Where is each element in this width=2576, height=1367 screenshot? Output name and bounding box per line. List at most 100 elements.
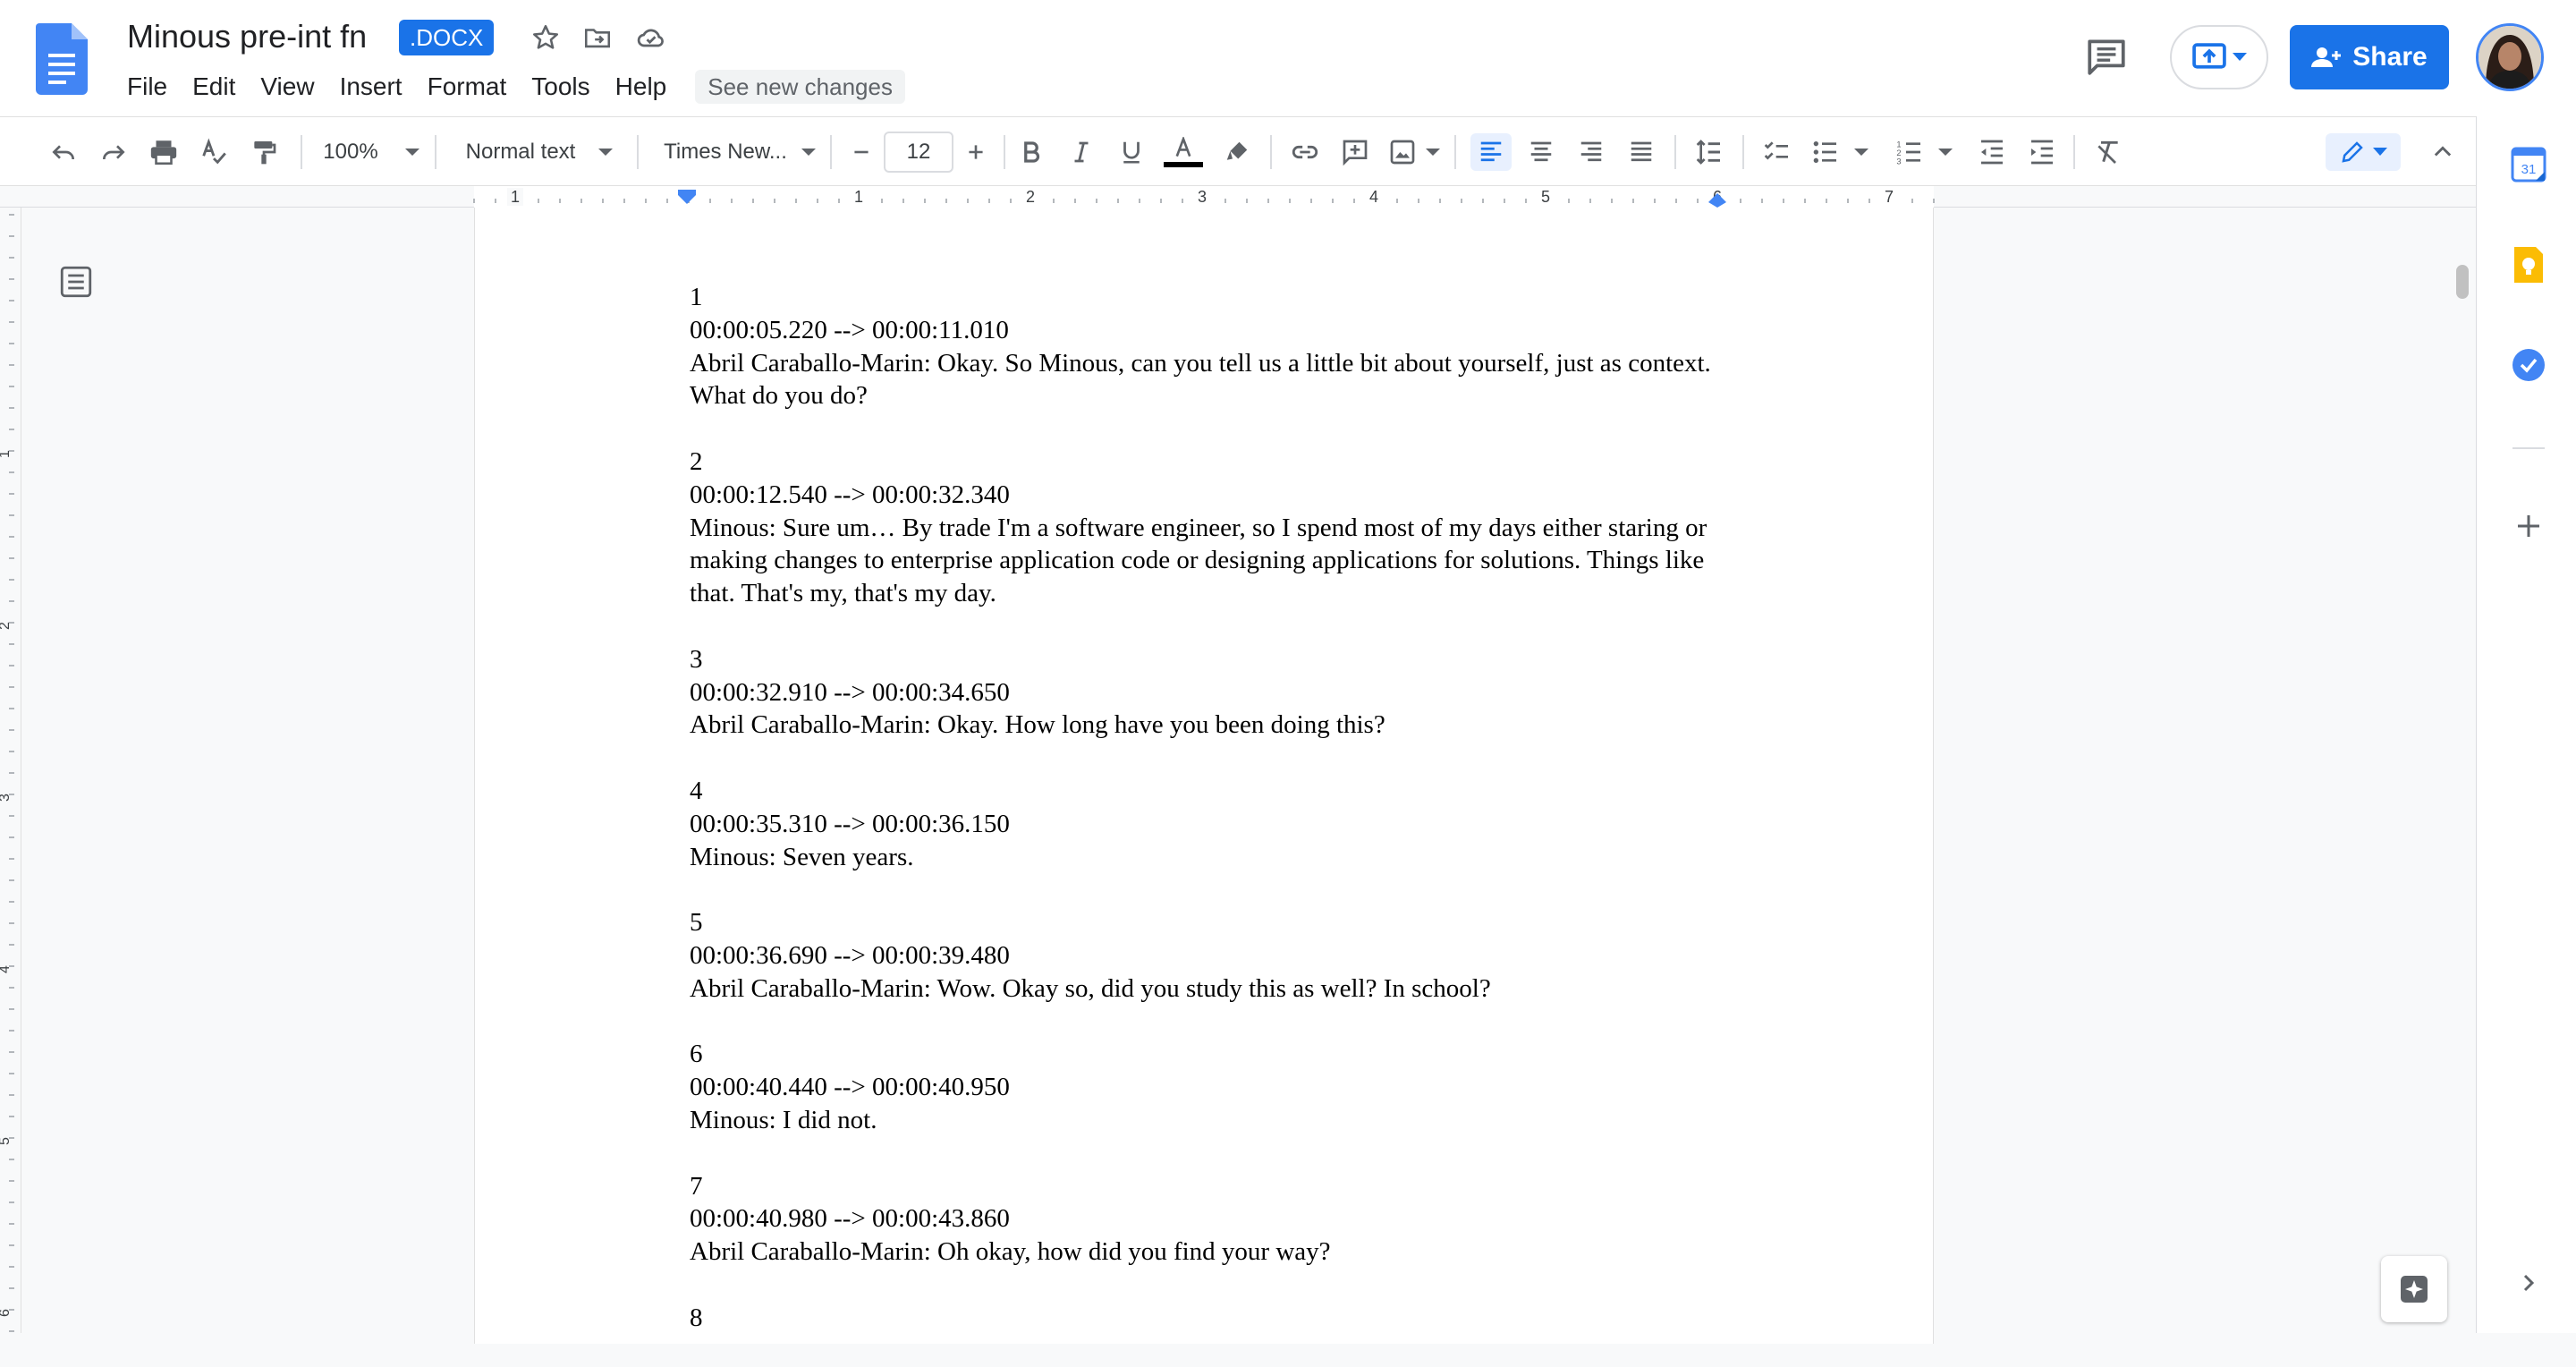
entry-text: Abril Caraballo-Marin: Oh okay, how did … xyxy=(690,1237,1331,1267)
entry-number: 2 xyxy=(690,446,703,476)
zoom-dropdown[interactable]: 100% xyxy=(322,133,420,171)
ruler-label: 1 xyxy=(0,450,13,458)
menu-help[interactable]: Help xyxy=(603,66,680,107)
ruler-label: 7 xyxy=(1885,188,1894,206)
entry-text: Abril Caraballo-Marin: Wow. Okay so, did… xyxy=(690,973,1491,1003)
font-size-input[interactable]: 12 xyxy=(884,132,953,173)
entry-timestamp: 00:00:32.910 --> 00:00:34.650 xyxy=(690,677,1010,707)
underline-icon[interactable] xyxy=(1113,133,1150,171)
menu-bar: File Edit View Insert Format Tools Help … xyxy=(114,66,905,107)
chevron-down-icon xyxy=(404,149,419,156)
entry-text: Abril Caraballo-Marin: Okay. How long ha… xyxy=(690,710,1385,740)
text-color-icon[interactable] xyxy=(1163,133,1204,171)
svg-text:3: 3 xyxy=(1896,157,1901,166)
ruler-label: 5 xyxy=(0,1137,13,1145)
font-value: Times New... xyxy=(664,140,787,164)
collapse-icon[interactable] xyxy=(2424,133,2462,171)
image-icon[interactable] xyxy=(1386,133,1442,171)
chevron-down-icon xyxy=(2233,53,2247,62)
entry-number: 4 xyxy=(690,776,703,805)
add-icon[interactable] xyxy=(2509,506,2548,546)
share-button[interactable]: Share xyxy=(2290,25,2449,89)
increase-indent-icon[interactable] xyxy=(2023,133,2061,171)
align-right-icon[interactable] xyxy=(1572,133,1610,171)
numbered-list-icon[interactable]: 123 xyxy=(1893,133,1955,171)
cloud-status-icon[interactable] xyxy=(631,18,671,57)
highlight-icon[interactable] xyxy=(1218,133,1256,171)
present-button[interactable] xyxy=(2170,25,2268,89)
expand-panel-icon[interactable] xyxy=(2509,1263,2548,1303)
calendar-icon[interactable]: 31 xyxy=(2509,145,2548,184)
line-spacing-icon[interactable] xyxy=(1690,133,1728,171)
ruler-label: 4 xyxy=(1369,188,1378,206)
ruler-label: 6 xyxy=(0,1309,13,1317)
zoom-value: 100% xyxy=(323,140,378,164)
menu-file[interactable]: File xyxy=(114,66,180,107)
menu-insert[interactable]: Insert xyxy=(327,66,415,107)
ruler-label: 2 xyxy=(0,622,13,630)
menu-tools[interactable]: Tools xyxy=(519,66,602,107)
scrollbar-thumb[interactable] xyxy=(2456,265,2469,299)
vertical-ruler[interactable]: 1 2 3 4 5 6 xyxy=(0,208,21,1333)
ruler-label: 4 xyxy=(0,965,13,973)
add-comment-icon[interactable] xyxy=(1336,133,1374,171)
decrease-indent-icon[interactable] xyxy=(1973,133,2011,171)
see-new-changes-button[interactable]: See new changes xyxy=(695,70,905,104)
bulleted-list-icon[interactable] xyxy=(1809,133,1871,171)
entry-timestamp: 00:00:40.440 --> 00:00:40.950 xyxy=(690,1073,1010,1102)
ruler-label: 3 xyxy=(0,794,13,802)
undo-icon[interactable] xyxy=(45,133,82,171)
bold-icon[interactable] xyxy=(1013,133,1050,171)
chevron-down-icon xyxy=(1938,149,1953,156)
paint-format-icon[interactable] xyxy=(245,133,283,171)
decrease-font-size-button[interactable] xyxy=(843,133,880,171)
entry-text: Abril Caraballo-Marin: Okay. So Minous, … xyxy=(690,348,1717,411)
align-left-icon[interactable] xyxy=(1470,133,1512,171)
checklist-icon[interactable] xyxy=(1758,133,1796,171)
menu-format[interactable]: Format xyxy=(415,66,520,107)
horizontal-ruler[interactable]: 11234567 xyxy=(0,186,2476,208)
tasks-icon[interactable] xyxy=(2509,345,2548,385)
document-outline-icon[interactable] xyxy=(57,263,95,301)
document-title[interactable]: Minous pre-int fn xyxy=(127,16,367,57)
entry-timestamp: 00:00:12.540 --> 00:00:32.340 xyxy=(690,480,1010,509)
chevron-down-icon xyxy=(1854,149,1868,156)
side-panel-divider xyxy=(2512,447,2545,449)
share-label: Share xyxy=(2352,42,2428,72)
transcript-entry: 2 00:00:12.540 --> 00:00:32.340 Minous: Su… xyxy=(690,446,1727,610)
spellcheck-icon[interactable] xyxy=(195,133,233,171)
transcript-entry: 5 00:00:36.690 --> 00:00:39.480 Abril Cara… xyxy=(690,906,1727,1005)
clear-formatting-icon[interactable] xyxy=(2089,133,2127,171)
link-icon[interactable] xyxy=(1286,133,1324,171)
menu-edit[interactable]: Edit xyxy=(180,66,248,107)
entry-timestamp: 00:00:40.980 --> 00:00:43.860 xyxy=(690,1204,1010,1234)
print-icon[interactable] xyxy=(145,133,182,171)
comment-history-icon[interactable] xyxy=(2084,34,2136,81)
document-body[interactable]: 1 00:00:05.220 --> 00:00:11.010 Abril Cara… xyxy=(690,281,1727,1367)
justify-icon[interactable] xyxy=(1623,133,1660,171)
editing-mode-icon[interactable] xyxy=(2326,133,2401,171)
increase-font-size-button[interactable] xyxy=(957,133,995,171)
person-icon xyxy=(2311,46,2342,69)
align-center-icon[interactable] xyxy=(1522,133,1560,171)
move-folder-icon[interactable] xyxy=(578,18,617,57)
explore-button[interactable] xyxy=(2381,1256,2447,1322)
redo-icon[interactable] xyxy=(95,133,132,171)
style-dropdown[interactable]: Normal text xyxy=(454,133,624,171)
font-dropdown[interactable]: Times New... xyxy=(657,133,823,171)
entry-text: Minous: I did not. xyxy=(690,1105,877,1134)
keep-icon[interactable] xyxy=(2509,245,2548,284)
docs-logo-icon[interactable] xyxy=(36,23,88,95)
italic-icon[interactable] xyxy=(1063,133,1100,171)
avatar[interactable] xyxy=(2476,23,2544,91)
transcript-entry: 8 xyxy=(690,1302,1727,1335)
file-type-badge: .DOCX xyxy=(399,20,495,55)
chevron-down-icon xyxy=(598,149,614,156)
style-value: Normal text xyxy=(465,140,576,164)
document-page[interactable]: 1 00:00:05.220 --> 00:00:11.010 Abril Cara… xyxy=(474,208,1934,1344)
star-icon[interactable] xyxy=(526,18,565,57)
chevron-down-icon xyxy=(801,149,816,156)
transcript-entry: 3 00:00:32.910 --> 00:00:34.650 Abril Cara… xyxy=(690,643,1727,742)
menu-view[interactable]: View xyxy=(248,66,326,107)
chevron-down-icon xyxy=(1426,149,1440,156)
